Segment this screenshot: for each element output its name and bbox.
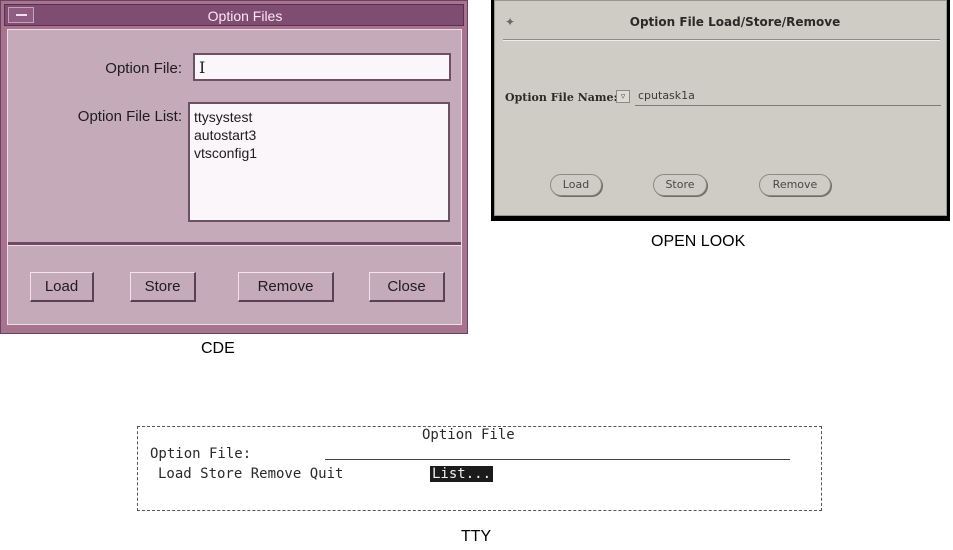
list-item[interactable]: ttysystest: [194, 108, 444, 126]
cde-titlebar[interactable]: Option Files: [4, 4, 464, 26]
input-underline: [635, 105, 941, 106]
openlook-window: ✦ Option File Load/Store/Remove Option F…: [491, 0, 950, 221]
option-file-label: Option File:: [105, 60, 182, 77]
remove-button[interactable]: Remove: [238, 272, 334, 302]
openlook-dialog: ✦ Option File Load/Store/Remove Option F…: [494, 0, 947, 216]
option-file-name-input[interactable]: cputask1a: [638, 89, 695, 102]
openlook-caption: OPEN LOOK: [651, 233, 746, 250]
option-file-name-label: Option File Name:: [505, 91, 618, 104]
cde-option-files-window: Option Files Option File: I Option File …: [0, 0, 468, 334]
tty-input-line[interactable]: [325, 459, 790, 460]
cde-window-title: Option Files: [207, 8, 283, 24]
option-file-input[interactable]: I: [193, 53, 451, 81]
tty-title: Option File: [420, 427, 517, 443]
text-cursor-icon: I: [199, 58, 206, 77]
abbrev-menu-button[interactable]: ▿: [616, 90, 630, 103]
tty-action-menu[interactable]: Load Store Remove Quit: [158, 466, 343, 482]
tty-option-file-label: Option File:: [150, 446, 252, 462]
pushpin-icon[interactable]: ✦: [505, 15, 519, 29]
window-menu-icon[interactable]: [8, 7, 34, 23]
option-file-list[interactable]: ttysystest autostart3 vtsconfig1: [188, 102, 450, 222]
tty-list-option[interactable]: List...: [430, 466, 494, 482]
tty-caption: TTY: [461, 528, 492, 545]
openlook-window-title: Option File Load/Store/Remove: [629, 15, 841, 29]
remove-button[interactable]: Remove: [759, 174, 831, 196]
load-button[interactable]: Load: [550, 174, 602, 196]
store-button[interactable]: Store: [653, 174, 707, 196]
list-item[interactable]: vtsconfig1: [194, 144, 444, 162]
close-button[interactable]: Close: [369, 272, 445, 302]
store-button[interactable]: Store: [130, 272, 196, 302]
list-item[interactable]: autostart3: [194, 126, 444, 144]
load-button[interactable]: Load: [30, 272, 94, 302]
cde-dialog-body: Option File: I Option File List: ttysyst…: [7, 29, 462, 325]
cde-caption: CDE: [201, 340, 235, 357]
separator: [503, 39, 940, 41]
option-file-list-label: Option File List:: [77, 108, 182, 125]
separator: [8, 242, 461, 246]
